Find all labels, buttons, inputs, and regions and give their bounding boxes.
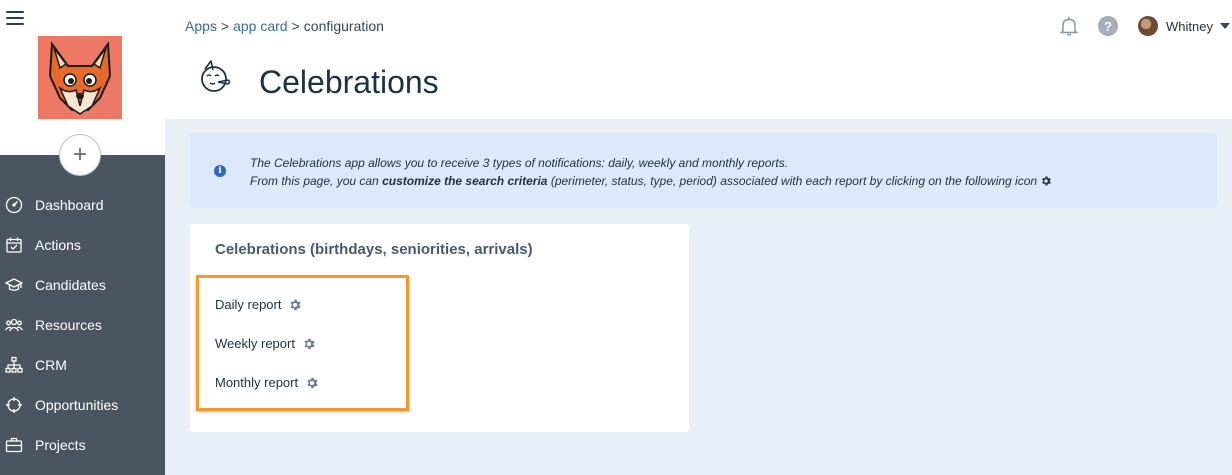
graduation-cap-icon xyxy=(4,275,24,295)
daily-report-item[interactable]: Daily report xyxy=(215,297,302,312)
sidebar-nav: Dashboard Actions Candidates Resources C… xyxy=(0,185,165,465)
dashboard-icon xyxy=(4,195,24,215)
org-chart-icon xyxy=(4,355,24,375)
people-icon xyxy=(4,315,24,335)
menu-icon[interactable] xyxy=(6,11,24,27)
crosshair-icon xyxy=(4,395,24,415)
avatar[interactable] xyxy=(1138,16,1159,36)
weekly-report-item[interactable]: Weekly report xyxy=(215,336,316,351)
sidebar: + Dashboard Actions Candidates Resources xyxy=(0,0,165,475)
sidebar-item-label: CRM xyxy=(35,357,67,373)
info-line-1: The Celebrations app allows you to recei… xyxy=(250,156,789,170)
sidebar-item-opportunities[interactable]: Opportunities xyxy=(0,385,165,425)
add-button[interactable]: + xyxy=(59,134,101,176)
header-actions: ? Whitney xyxy=(1058,14,1232,38)
page-header: Apps > app card > configuration Celebrat… xyxy=(165,0,1232,119)
calendar-icon xyxy=(4,235,24,255)
sidebar-item-projects[interactable]: Projects xyxy=(0,425,165,465)
breadcrumb-app-card-link[interactable]: app card xyxy=(233,18,287,34)
page-title: Celebrations xyxy=(259,64,439,100)
user-menu[interactable]: Whitney xyxy=(1166,19,1232,34)
user-name: Whitney xyxy=(1166,18,1213,34)
sidebar-item-candidates[interactable]: Candidates xyxy=(0,265,165,305)
breadcrumb-current: configuration xyxy=(303,18,384,34)
sidebar-item-crm[interactable]: CRM xyxy=(0,345,165,385)
info-text: The Celebrations app allows you to recei… xyxy=(250,154,1052,190)
report-label: Monthly report xyxy=(215,375,299,390)
breadcrumb-separator: > xyxy=(220,18,230,34)
info-line-2-prefix: From this page, you can xyxy=(250,174,383,188)
info-line-2-suffix: (perimeter, status, type, period) associ… xyxy=(547,174,1038,188)
sidebar-item-label: Candidates xyxy=(35,277,106,293)
fox-logo[interactable] xyxy=(38,36,122,119)
info-banner: i The Celebrations app allows you to rec… xyxy=(190,133,1217,208)
sidebar-item-dashboard[interactable]: Dashboard xyxy=(0,185,165,225)
sidebar-item-label: Dashboard xyxy=(35,197,104,213)
info-line-2: From this page, you can customize the se… xyxy=(250,172,1052,190)
sidebar-item-label: Actions xyxy=(35,237,81,253)
info-line-2-bold: customize the search criteria xyxy=(382,174,548,188)
help-icon[interactable]: ? xyxy=(1098,16,1119,36)
breadcrumb: Apps > app card > configuration xyxy=(185,18,384,34)
sidebar-item-label: Opportunities xyxy=(35,397,119,413)
sidebar-item-label: Projects xyxy=(35,437,86,453)
report-label: Daily report xyxy=(215,297,282,312)
breadcrumb-separator: > xyxy=(291,18,300,34)
report-label: Weekly report xyxy=(215,336,295,351)
monthly-report-item[interactable]: Monthly report xyxy=(215,375,319,390)
bell-icon[interactable] xyxy=(1058,15,1080,37)
sidebar-item-label: Resources xyxy=(35,317,102,333)
chevron-down-icon xyxy=(1220,23,1230,29)
card-title: Celebrations (birthdays, seniorities, ar… xyxy=(215,241,533,258)
party-face-icon xyxy=(201,60,231,92)
gear-icon[interactable] xyxy=(288,298,302,312)
gear-icon[interactable] xyxy=(302,337,316,351)
sidebar-item-resources[interactable]: Resources xyxy=(0,305,165,345)
gear-icon[interactable] xyxy=(305,376,319,390)
sidebar-item-actions[interactable]: Actions xyxy=(0,225,165,265)
breadcrumb-apps-link[interactable]: Apps xyxy=(185,18,217,34)
briefcase-icon xyxy=(4,435,24,455)
gear-icon xyxy=(1042,176,1051,186)
info-icon: i xyxy=(214,165,226,177)
